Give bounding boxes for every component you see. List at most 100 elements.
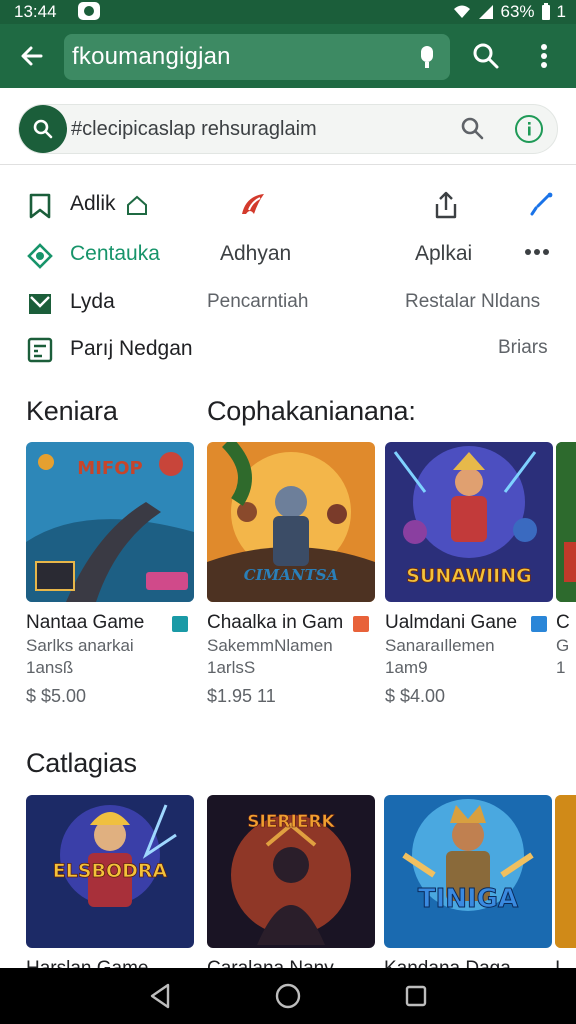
status-icons: 63% 1 bbox=[453, 2, 566, 22]
battery-percent: 63% bbox=[500, 2, 535, 21]
menu-item-parij-nedgan[interactable]: Parıj Nedgan bbox=[70, 337, 193, 361]
app-name-text: Chaalka in Gam bbox=[207, 612, 344, 633]
menu-item-adlik[interactable]: Adlik bbox=[70, 192, 116, 216]
app-meta: 1arlsS bbox=[207, 658, 256, 677]
app-thumbnail bbox=[556, 442, 576, 602]
app-price: $ $4.00 bbox=[385, 686, 446, 706]
app-thumbnail: TINIGA bbox=[384, 795, 552, 948]
nav-back-icon bbox=[150, 983, 170, 1009]
app-name: C bbox=[556, 612, 570, 633]
app-card-partial[interactable]: I bbox=[555, 795, 576, 980]
nav-recents-icon bbox=[405, 985, 427, 1007]
app-thumbnail: ELSBODRA bbox=[26, 795, 194, 948]
thumb-art-text: SIERIERK bbox=[247, 812, 335, 832]
app-card[interactable]: CIMANTSA Chaalka in Gam SakemmNlamen 1ar… bbox=[207, 442, 375, 707]
magnifier-icon[interactable] bbox=[459, 115, 487, 143]
badge-icon bbox=[353, 616, 369, 632]
app-price: $ $5.00 bbox=[26, 686, 87, 706]
category-icon bbox=[27, 243, 53, 269]
search-input[interactable]: fkoumangigjan bbox=[64, 34, 450, 80]
menu-item-restalar[interactable]: Restalar Nldans bbox=[405, 291, 540, 313]
app-card[interactable]: ELSBODRA Harslan Game bbox=[26, 795, 194, 980]
nav-back-button[interactable] bbox=[140, 976, 180, 1016]
thumb-art-text: SUNAWIING bbox=[406, 565, 531, 587]
search-badge bbox=[19, 105, 67, 153]
nav-home-button[interactable] bbox=[268, 976, 308, 1016]
mail-icon bbox=[29, 294, 51, 314]
edit-icon[interactable] bbox=[528, 192, 554, 218]
system-nav-bar bbox=[0, 968, 576, 1024]
menu-row-4: Parıj Nedgan Briars bbox=[0, 328, 576, 368]
app-thumbnail bbox=[555, 795, 576, 948]
app-card[interactable]: SIERIERK Caralana Nanv bbox=[207, 795, 375, 980]
app-name: Ualmdani Gane bbox=[385, 612, 553, 634]
share-icon[interactable] bbox=[432, 190, 460, 220]
back-button[interactable] bbox=[12, 36, 52, 76]
mic-button[interactable] bbox=[412, 42, 442, 72]
app-card[interactable]: MIFOP Nantaa Game Sarlks anarkai 1ansß $… bbox=[26, 442, 194, 707]
app-name: Nantaa Game bbox=[26, 612, 194, 634]
app-logo-icon[interactable] bbox=[238, 190, 268, 220]
menu-row-2: Centauka Adhyan Aplkai bbox=[0, 234, 576, 274]
arrow-back-icon bbox=[21, 46, 43, 66]
info-icon bbox=[528, 122, 531, 136]
app-card[interactable]: TINIGA Kandana Daga bbox=[384, 795, 552, 980]
menu-item-pencarntiah[interactable]: Pencarntiah bbox=[207, 291, 308, 313]
app-notification-icon bbox=[78, 2, 100, 20]
status-extra: 1 bbox=[556, 2, 566, 21]
more-horiz-icon[interactable] bbox=[524, 248, 550, 256]
divider bbox=[0, 164, 576, 165]
app-name-text: Nantaa Game bbox=[26, 612, 145, 633]
signal-icon bbox=[478, 5, 493, 19]
app-developer: Sanaraıllemen bbox=[385, 636, 495, 655]
app-card[interactable]: SUNAWIING Ualmdani Gane Sanaraıllemen 1a… bbox=[385, 442, 553, 707]
bookmark-icon bbox=[29, 193, 51, 219]
battery-icon bbox=[541, 3, 550, 20]
app-developer: Sarlks anarkai bbox=[26, 636, 134, 655]
app-thumbnail: SIERIERK bbox=[207, 795, 375, 948]
menu-row-1: Adlik bbox=[0, 184, 576, 224]
home-outline-icon bbox=[127, 195, 147, 215]
search-button[interactable] bbox=[466, 36, 506, 76]
search-icon bbox=[33, 119, 53, 139]
secondary-search-text: #clecipicaslap rehsuraglaim bbox=[71, 118, 317, 140]
app-thumbnail: MIFOP bbox=[26, 442, 194, 602]
app-name: Chaalka in Gam bbox=[207, 612, 375, 634]
menu-item-aplkai[interactable]: Aplkai bbox=[415, 242, 472, 266]
secondary-search-bar[interactable]: #clecipicaslap rehsuraglaim bbox=[18, 104, 558, 154]
more-vert-icon bbox=[541, 44, 547, 68]
app-developer: SakemmNlamen bbox=[207, 636, 333, 655]
wifi-icon bbox=[453, 5, 470, 18]
nav-recents-button[interactable] bbox=[396, 976, 436, 1016]
app-meta: 1 bbox=[556, 658, 566, 677]
status-time: 13:44 bbox=[14, 2, 57, 21]
thumb-art-text: TINIGA bbox=[418, 884, 518, 914]
app-thumbnail: SUNAWIING bbox=[385, 442, 553, 602]
menu-item-centauka[interactable]: Centauka bbox=[70, 242, 160, 266]
menu-item-lyda[interactable]: Lyda bbox=[70, 290, 115, 314]
menu-item-briars[interactable]: Briars bbox=[498, 337, 548, 359]
app-name-text: Ualmdani Gane bbox=[385, 612, 518, 633]
info-button[interactable] bbox=[515, 115, 543, 143]
app-meta: 1ansß bbox=[26, 658, 74, 677]
section-title-keniara: Keniara bbox=[26, 396, 118, 426]
search-icon bbox=[473, 43, 499, 69]
app-card-partial[interactable]: C G 1 bbox=[556, 442, 576, 678]
mic-icon bbox=[421, 46, 433, 68]
nav-home-icon bbox=[275, 983, 301, 1009]
overflow-menu-button[interactable] bbox=[524, 36, 564, 76]
app-price: $1.95 11 bbox=[207, 686, 276, 706]
badge-icon bbox=[172, 616, 188, 632]
app-bar: fkoumangigjan bbox=[0, 24, 576, 88]
menu-item-adhyan[interactable]: Adhyan bbox=[220, 242, 291, 266]
badge-icon bbox=[531, 616, 547, 632]
app-thumbnail: CIMANTSA bbox=[207, 442, 375, 602]
status-bar: 13:44 63% 1 bbox=[0, 0, 576, 24]
menu-row-3: Lyda Pencarntiah Restalar Nldans bbox=[0, 282, 576, 322]
app-meta: 1am9 bbox=[385, 658, 428, 677]
search-input-text: fkoumangigjan bbox=[72, 43, 231, 70]
section-title-catlagias[interactable]: Catlagias bbox=[26, 748, 137, 779]
thumb-art-text: CIMANTSA bbox=[244, 566, 339, 584]
thumb-art-text: ELSBODRA bbox=[53, 860, 168, 882]
section-title-cophakanianana[interactable]: Cophakanianana: bbox=[207, 396, 416, 427]
